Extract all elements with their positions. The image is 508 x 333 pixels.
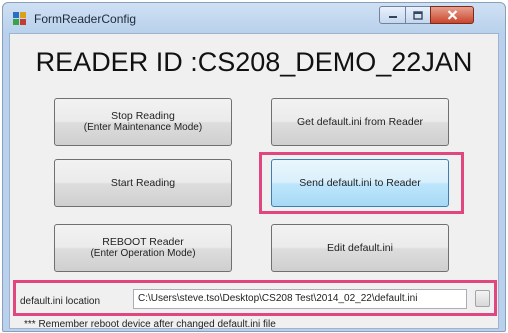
close-icon bbox=[447, 10, 457, 20]
browse-button[interactable] bbox=[475, 290, 490, 307]
edit-default-ini-button[interactable]: Edit default.ini bbox=[271, 224, 449, 272]
close-button[interactable] bbox=[430, 6, 474, 24]
reboot-reader-sublabel: (Enter Operation Mode) bbox=[90, 248, 196, 259]
stop-reading-sublabel: (Enter Maintenance Mode) bbox=[83, 122, 203, 133]
app-icon bbox=[13, 12, 26, 25]
edit-default-ini-label: Edit default.ini bbox=[327, 242, 393, 254]
reader-id-heading: READER ID :CS208_DEMO_22JAN bbox=[35, 47, 473, 77]
app-window: FormReaderConfig READER ID :CS208_DEMO_2… bbox=[2, 2, 506, 332]
client-area: READER ID :CS208_DEMO_22JAN Stop Reading… bbox=[9, 33, 499, 330]
window-title: FormReaderConfig bbox=[34, 12, 137, 26]
reboot-reader-button[interactable]: REBOOT Reader (Enter Operation Mode) bbox=[54, 224, 232, 272]
send-default-ini-button[interactable]: Send default.ini to Reader bbox=[271, 159, 449, 207]
reboot-reader-label: REBOOT Reader bbox=[102, 236, 184, 248]
maximize-icon bbox=[413, 10, 423, 20]
start-reading-button[interactable]: Start Reading bbox=[54, 159, 232, 207]
start-reading-label: Start Reading bbox=[110, 177, 176, 189]
stop-reading-label: Stop Reading bbox=[111, 110, 175, 122]
maximize-button[interactable] bbox=[405, 6, 431, 24]
title-bar[interactable]: FormReaderConfig bbox=[3, 3, 505, 33]
minimize-button[interactable] bbox=[379, 6, 406, 24]
location-input[interactable]: C:\Users\steve.tso\Desktop\CS208 Test\20… bbox=[133, 289, 467, 309]
stop-reading-button[interactable]: Stop Reading (Enter Maintenance Mode) bbox=[54, 98, 232, 146]
get-default-ini-button[interactable]: Get default.ini from Reader bbox=[271, 98, 449, 146]
send-default-ini-label: Send default.ini to Reader bbox=[299, 177, 421, 189]
get-default-ini-label: Get default.ini from Reader bbox=[296, 116, 424, 128]
location-label: default.ini location bbox=[20, 296, 101, 307]
reboot-reminder-note: *** Remember reboot device after changed… bbox=[24, 319, 276, 330]
minimize-icon bbox=[388, 16, 397, 18]
